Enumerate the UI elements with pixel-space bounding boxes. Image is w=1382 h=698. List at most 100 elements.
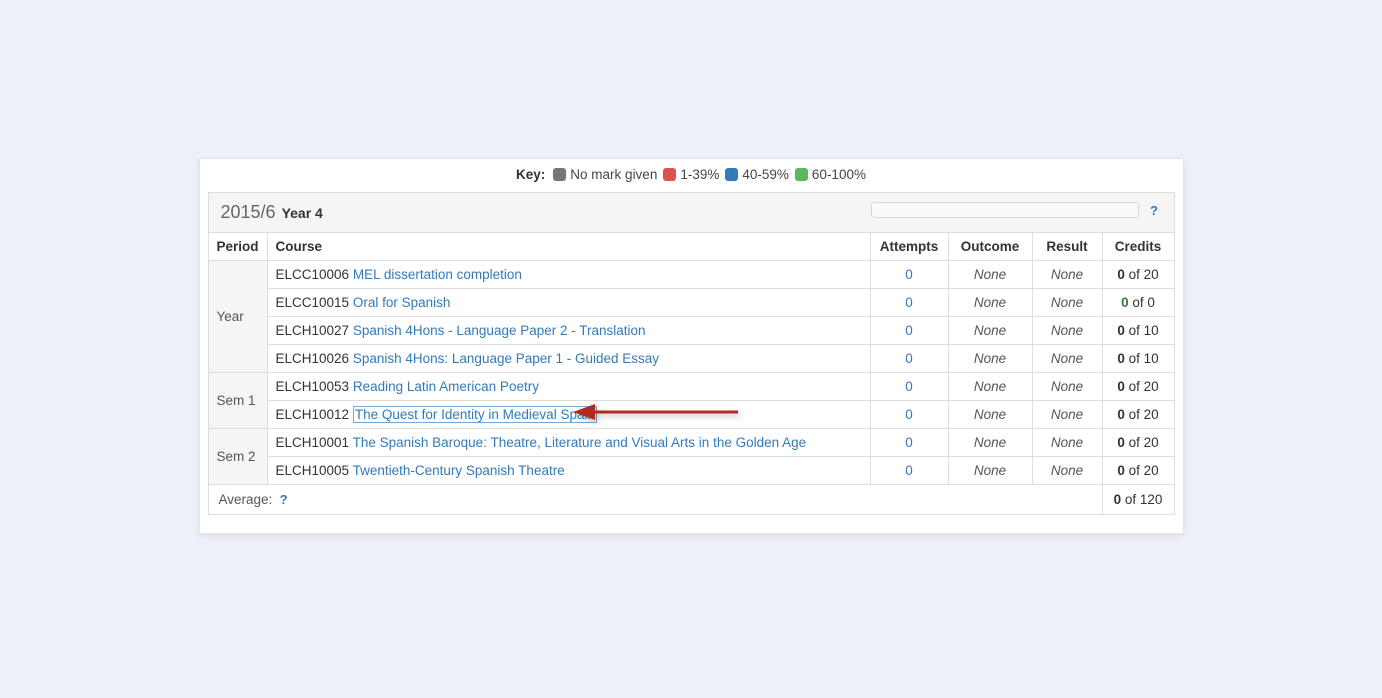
result-cell: None	[1032, 317, 1102, 345]
credits-cell: 0 of 0	[1102, 289, 1174, 317]
result-cell: None	[1032, 429, 1102, 457]
credits-total-cell: 0 of 120	[1102, 485, 1174, 515]
result-cell: None	[1032, 345, 1102, 373]
outcome-value: None	[974, 295, 1006, 310]
outcome-cell: None	[948, 289, 1032, 317]
year-code: 2015/6	[221, 202, 276, 222]
attempts-cell: 0	[870, 317, 948, 345]
attempts-cell: 0	[870, 457, 948, 485]
period-cell: Sem 1	[208, 373, 267, 429]
swatch-green	[795, 168, 808, 181]
col-result: Result	[1032, 233, 1102, 261]
course-code: ELCC10006	[276, 267, 350, 282]
result-cell: None	[1032, 401, 1102, 429]
table-row: ELCC10015 Oral for Spanish 0 None None 0 of …	[208, 289, 1174, 317]
course-code: ELCC10015	[276, 295, 350, 310]
attempts-link[interactable]: 0	[905, 463, 913, 478]
attempts-link[interactable]: 0	[905, 323, 913, 338]
credits-cell: 0 of 20	[1102, 457, 1174, 485]
table-row: Sem 1ELCH10053 Reading Latin American Po…	[208, 373, 1174, 401]
course-link[interactable]: The Spanish Baroque: Theatre, Literature…	[353, 435, 807, 450]
credits-cell: 0 of 20	[1102, 261, 1174, 289]
outcome-value: None	[974, 267, 1006, 282]
swatch-blue	[725, 168, 738, 181]
attempts-link[interactable]: 0	[905, 351, 913, 366]
attempts-cell: 0	[870, 401, 948, 429]
help-icon[interactable]: ?	[276, 492, 291, 507]
course-cell: ELCH10012 The Quest for Identity in Medi…	[267, 401, 870, 429]
attempts-link[interactable]: 0	[905, 379, 913, 394]
table-row: ELCH10026 Spanish 4Hons: Language Paper …	[208, 345, 1174, 373]
help-icon[interactable]: ?	[1147, 203, 1162, 218]
attempts-link[interactable]: 0	[905, 435, 913, 450]
outcome-cell: None	[948, 345, 1032, 373]
key-label: Key:	[516, 167, 545, 182]
attempts-link[interactable]: 0	[905, 267, 913, 282]
outcome-cell: None	[948, 457, 1032, 485]
credits-value: 0 of 10	[1117, 351, 1158, 366]
credits-value: 0 of 20	[1117, 463, 1158, 478]
col-course: Course	[267, 233, 870, 261]
course-link[interactable]: Spanish 4Hons: Language Paper 1 - Guided…	[353, 351, 659, 366]
result-cell: None	[1032, 289, 1102, 317]
course-link[interactable]: MEL dissertation completion	[353, 267, 522, 282]
course-code: ELCH10053	[276, 379, 350, 394]
course-link[interactable]: Oral for Spanish	[353, 295, 451, 310]
course-cell: ELCH10001 The Spanish Baroque: Theatre, …	[267, 429, 870, 457]
attempts-link[interactable]: 0	[905, 295, 913, 310]
outcome-cell: None	[948, 401, 1032, 429]
key-text-high: 60-100%	[812, 167, 866, 182]
attempts-cell: 0	[870, 429, 948, 457]
course-code: ELCH10027	[276, 323, 350, 338]
result-value: None	[1051, 379, 1083, 394]
credits-cell: 0 of 20	[1102, 429, 1174, 457]
attempts-link[interactable]: 0	[905, 407, 913, 422]
key-item-low: 1-39%	[663, 167, 719, 182]
table-row: YearELCC10006 MEL dissertation completio…	[208, 261, 1174, 289]
course-cell: ELCH10026 Spanish 4Hons: Language Paper …	[267, 345, 870, 373]
year-label: Year 4	[282, 205, 323, 221]
attempts-cell: 0	[870, 289, 948, 317]
outcome-value: None	[974, 463, 1006, 478]
result-value: None	[1051, 295, 1083, 310]
swatch-red	[663, 168, 676, 181]
year-header-row: 2015/6 Year 4?	[208, 193, 1174, 233]
column-headers-row: PeriodCourseAttemptsOutcomeResultCredits	[208, 233, 1174, 261]
outcome-value: None	[974, 351, 1006, 366]
credits-cell: 0 of 20	[1102, 373, 1174, 401]
course-link[interactable]: Twentieth-Century Spanish Theatre	[353, 463, 565, 478]
period-cell: Year	[208, 261, 267, 373]
outcome-cell: None	[948, 261, 1032, 289]
enrolments-table: 2015/6 Year 4? PeriodCourseAttemptsOutcome…	[208, 192, 1175, 515]
key-text-low: 1-39%	[680, 167, 719, 182]
table-row: Sem 2ELCH10001 The Spanish Baroque: Thea…	[208, 429, 1174, 457]
credits-value: 0 of 20	[1117, 379, 1158, 394]
key-item-high: 60-100%	[795, 167, 866, 182]
period-cell: Sem 2	[208, 429, 267, 485]
course-link[interactable]: The Quest for Identity in Medieval Spain	[353, 406, 597, 423]
key-text-mid: 40-59%	[742, 167, 789, 182]
credits-cell: 0 of 10	[1102, 345, 1174, 373]
credits-value: 0 of 10	[1117, 323, 1158, 338]
average-label: Average:	[219, 492, 273, 507]
result-cell: None	[1032, 457, 1102, 485]
attempts-cell: 0	[870, 373, 948, 401]
swatch-gray	[553, 168, 566, 181]
credits-cell: 0 of 20	[1102, 401, 1174, 429]
result-value: None	[1051, 407, 1083, 422]
table-row: ELCH10027 Spanish 4Hons - Language Paper…	[208, 317, 1174, 345]
result-value: None	[1051, 323, 1083, 338]
marks-key-row: Key: No mark given 1-39% 40-59% 60-100%	[200, 161, 1183, 192]
attempts-cell: 0	[870, 345, 948, 373]
outcome-cell: None	[948, 429, 1032, 457]
course-cell: ELCH10053 Reading Latin American Poetry	[267, 373, 870, 401]
course-link[interactable]: Spanish 4Hons - Language Paper 2 - Trans…	[353, 323, 646, 338]
col-credits: Credits	[1102, 233, 1174, 261]
course-cell: ELCH10005 Twentieth-Century Spanish Thea…	[267, 457, 870, 485]
outcome-value: None	[974, 379, 1006, 394]
result-value: None	[1051, 351, 1083, 366]
key-text-none: No mark given	[570, 167, 657, 182]
attempts-cell: 0	[870, 261, 948, 289]
course-link[interactable]: Reading Latin American Poetry	[353, 379, 539, 394]
credits-value: 0 of 20	[1117, 407, 1158, 422]
